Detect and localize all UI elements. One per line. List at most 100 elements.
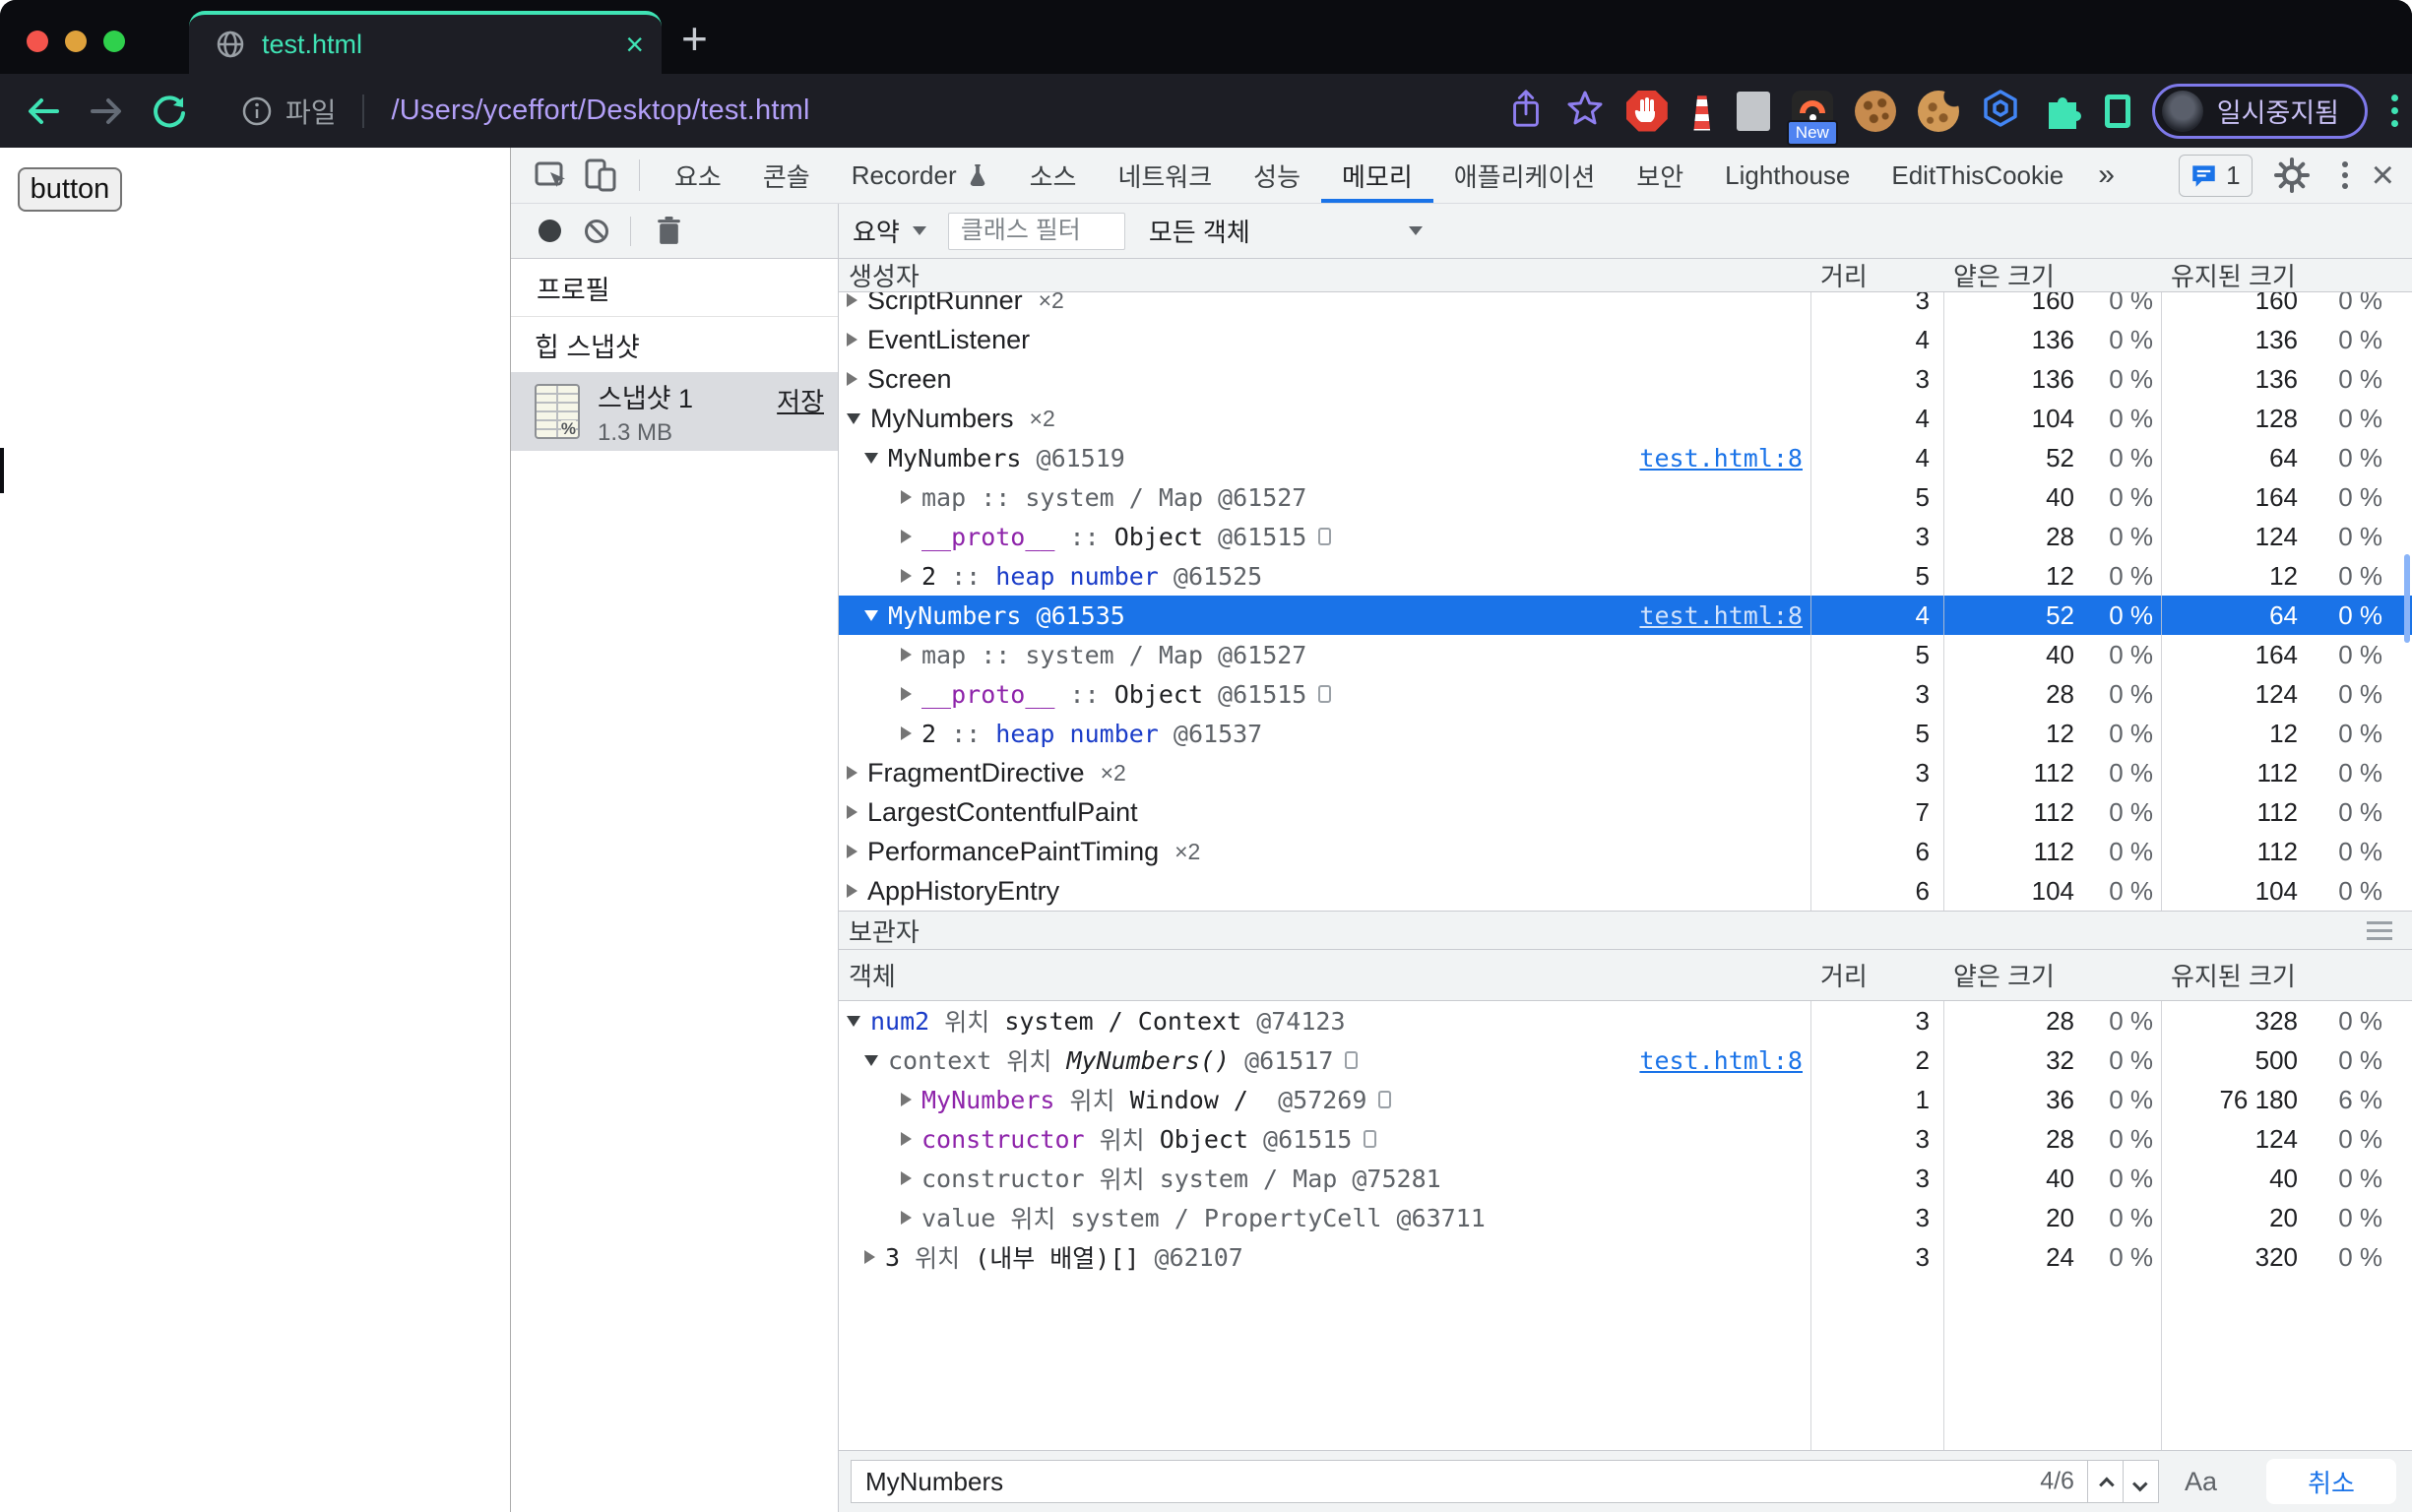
expand-arrow-icon[interactable] [864,1250,875,1264]
window-minimize-button[interactable] [65,31,87,52]
devtools-settings-gear-icon[interactable] [2273,158,2310,193]
device-toolbar-icon[interactable] [583,158,618,193]
expand-arrow-icon[interactable] [901,530,912,543]
heap-row[interactable]: MyNumbers @61535 test.html:8 4 52 0 % 64 0 % [839,596,2412,635]
tab-요소[interactable]: 요소 [654,148,742,203]
heap-row[interactable]: __proto__ :: Object @61515 3 28 0 % 124 0 % [839,517,2412,556]
heap-row[interactable]: MyNumbers @61519 test.html:8 4 52 0 % 64 0 % [839,438,2412,477]
expand-arrow-icon[interactable] [901,726,912,740]
browser-menu-icon[interactable] [2391,94,2398,127]
tab-콘솔[interactable]: 콘솔 [742,148,831,203]
heap-row[interactable]: Screen 3 136 0 % 136 0 % [839,359,2412,399]
column-header-constructor[interactable]: 생성자 [839,257,1810,293]
heap-row[interactable]: EventListener 4 136 0 % 136 0 % [839,320,2412,359]
expand-arrow-icon[interactable] [901,1211,912,1225]
tab-메모리[interactable]: 메모리 [1321,148,1433,203]
expand-arrow-icon[interactable] [901,1132,912,1146]
tab-Lighthouse[interactable]: Lighthouse [1704,148,1871,203]
search-cancel-button[interactable]: 취소 [2266,1459,2396,1504]
devtools-menu-icon[interactable] [2341,161,2348,189]
delete-snapshot-trash-icon[interactable] [656,216,682,246]
expand-arrow-icon[interactable] [901,648,912,662]
retainer-row[interactable]: value 위치 system / PropertyCell @63711 3 20… [839,1198,2412,1237]
heap-row[interactable]: __proto__ :: Object @61515 3 28 0 % 124 0 % [839,674,2412,714]
address-bar[interactable]: 파일 /Users/yceffort/Desktop/test.html [240,92,810,131]
retainer-row[interactable]: MyNumbers 위치 Window / @57269 1 36 0 % 76 180… [839,1080,2412,1119]
column-header-distance[interactable]: 거리 [1810,257,1943,293]
window-maximize-button[interactable] [103,31,125,52]
collapse-arrow-icon[interactable] [864,609,878,621]
column-header-distance[interactable]: 거리 [1810,957,1943,993]
expand-arrow-icon[interactable] [847,372,857,386]
forward-button[interactable] [87,92,126,131]
source-link[interactable]: test.html:8 [1639,601,1803,630]
page-button[interactable]: button [18,167,122,212]
source-link[interactable]: test.html:8 [1639,1046,1803,1075]
retainers-menu-icon[interactable] [2367,920,2392,940]
heap-row[interactable]: 2 :: heap number @61537 5 12 0 % 12 0 % [839,714,2412,753]
column-header-shallow-size[interactable]: 얕은 크기 [1943,257,2161,293]
collapse-arrow-icon[interactable] [864,452,878,464]
new-tab-button[interactable]: + [681,12,708,65]
heap-row[interactable]: map :: system / Map @61527 5 40 0 % 164 0 % [839,635,2412,674]
scrollbar-marker[interactable] [2404,554,2410,643]
hexagon-extension-icon[interactable] [1981,89,2020,133]
heap-row[interactable]: AppHistoryEntry 6 104 0 % 104 0 % [839,871,2412,911]
tab-Recorder[interactable]: Recorder [831,148,1009,203]
cookie-extension-icon[interactable] [1854,90,1896,132]
back-button[interactable] [24,92,63,131]
more-tabs-button[interactable]: » [2084,158,2128,192]
expand-arrow-icon[interactable] [901,569,912,583]
search-previous-button[interactable] [2086,1460,2124,1503]
window-close-button[interactable] [27,31,48,52]
issues-button[interactable]: 1 [2179,154,2253,197]
column-header-retained-size[interactable]: 유지된 크기 [2161,257,2412,293]
perspective-select[interactable]: 요약 [853,213,926,249]
expand-arrow-icon[interactable] [901,1093,912,1106]
collapse-arrow-icon[interactable] [847,1015,860,1027]
heap-row[interactable]: LargestContentfulPaint 7 112 0 % 112 0 % [839,792,2412,832]
extension-placeholder-icon[interactable] [1736,91,1770,131]
bookmark-star-icon[interactable] [1565,89,1605,133]
tab-애플리케이션[interactable]: 애플리케이션 [1433,148,1617,203]
column-header-object[interactable]: 객체 [839,957,1810,993]
retainer-row[interactable]: num2 위치 system / Context @74123 3 28 0 % 328… [839,1001,2412,1040]
take-snapshot-button[interactable] [539,220,561,242]
collapse-arrow-icon[interactable] [847,412,860,424]
expand-arrow-icon[interactable] [847,805,857,819]
info-icon[interactable] [240,94,274,128]
heap-row[interactable]: map :: system / Map @61527 5 40 0 % 164 0 % [839,477,2412,517]
devtools-close-icon[interactable]: × [2372,156,2394,195]
tab-EditThisCookie[interactable]: EditThisCookie [1871,148,2084,203]
heap-row[interactable]: PerformancePaintTiming ×2 6 112 0 % 112 0 % [839,832,2412,871]
retainer-row[interactable]: context 위치 MyNumbers() @61517 test.html:8… [839,1040,2412,1080]
tab-성능[interactable]: 성능 [1233,148,1321,203]
tab-close-icon[interactable]: × [625,29,644,60]
clear-profiles-icon[interactable] [585,219,608,243]
search-input[interactable] [851,1460,2088,1503]
tab-보안[interactable]: 보안 [1616,148,1704,203]
retainer-row[interactable]: constructor 위치 Object @61515 3 28 0 % 124 0 % [839,1119,2412,1159]
inspect-element-icon[interactable] [534,158,569,193]
save-snapshot-link[interactable]: 저장 [777,382,824,418]
snapshot-list-item[interactable]: % 스냅샷 1 1.3 MB 저장 [511,372,838,451]
expand-arrow-icon[interactable] [847,845,857,858]
speedometer-extension-icon[interactable]: New [1786,90,1838,146]
object-scope-select[interactable]: 모든 객체 [1149,213,1423,249]
sidebar-extension-icon[interactable] [2104,94,2130,128]
retainer-row[interactable]: constructor 위치 system / Map @75281 3 40 0 %… [839,1159,2412,1198]
collapse-arrow-icon[interactable] [864,1054,878,1066]
search-next-button[interactable] [2122,1460,2159,1503]
column-header-retained-size[interactable]: 유지된 크기 [2161,957,2412,993]
share-icon[interactable] [1508,88,1544,134]
cookie-editor-extension-icon[interactable] [1917,90,1959,132]
expand-arrow-icon[interactable] [901,1171,912,1185]
expand-arrow-icon[interactable] [847,884,857,898]
retainers-header-bar[interactable]: 보관자 [839,911,2412,950]
lighthouse-extension-icon[interactable] [1693,95,1711,131]
expand-arrow-icon[interactable] [847,293,857,307]
heap-row[interactable]: MyNumbers ×2 4 104 0 % 128 0 % [839,399,2412,438]
heap-row[interactable]: ScriptRunner ×2 3 160 0 % 160 0 % [839,292,2412,320]
expand-arrow-icon[interactable] [847,333,857,346]
adblock-extension-icon[interactable] [1625,90,1668,132]
